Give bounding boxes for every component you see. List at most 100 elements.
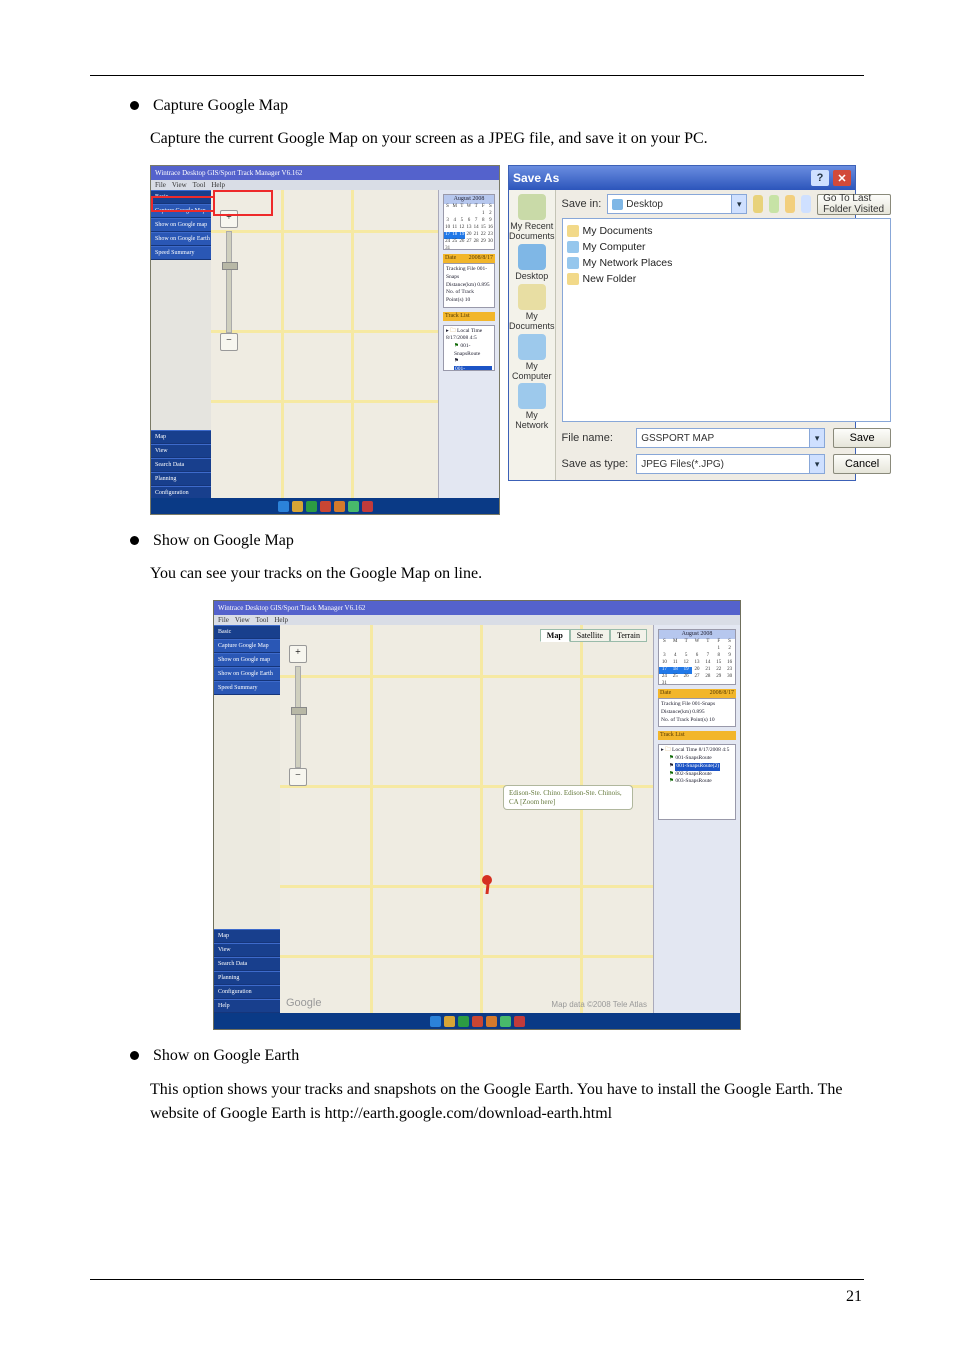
menu-item[interactable]: View <box>235 616 250 624</box>
map-area[interactable]: Google + − <box>211 190 438 514</box>
taskbar-icon[interactable] <box>362 501 373 512</box>
taskbar-icon[interactable] <box>444 1016 455 1027</box>
menu-item[interactable]: File <box>155 181 166 189</box>
listing-item[interactable]: My Documents <box>567 223 887 239</box>
tree-node[interactable]: ⚑ 003-SnapsRoute <box>661 778 733 786</box>
sidebar-item-view[interactable]: View <box>214 943 280 957</box>
menu-item[interactable]: Help <box>274 616 288 624</box>
sidebar-item-capture[interactable]: Capture Google Map <box>151 204 211 218</box>
track-tree[interactable]: ▸ 🗀 Local Time 8/17/2008 4:5⚑ 001-SnapsR… <box>443 325 495 371</box>
back-icon[interactable] <box>753 195 763 213</box>
cancel-button[interactable]: Cancel <box>833 454 891 474</box>
taskbar-icon[interactable] <box>514 1016 525 1027</box>
listing-item[interactable]: My Computer <box>567 239 887 255</box>
taskbar-icon[interactable] <box>348 501 359 512</box>
map-balloon[interactable]: Edison-Ste. Chino. Edison-Ste. Chinois, … <box>503 785 633 810</box>
sidebar-item-basic[interactable]: Basic <box>214 625 280 639</box>
menu-item[interactable]: View <box>172 181 187 189</box>
zoom-slider[interactable]: + − <box>217 210 241 360</box>
sidebar-item-planning[interactable]: Planning <box>151 472 211 486</box>
type-combo[interactable]: JPEG Files(*.JPG) ▾ <box>636 454 825 474</box>
place-icon <box>518 284 546 310</box>
menu-item[interactable]: File <box>218 616 229 624</box>
close-icon[interactable]: ✕ <box>833 170 851 186</box>
app-title: Wintrace Desktop GIS/Sport Track Manager… <box>155 169 302 177</box>
sidebar-item-showmap[interactable]: Show on Google map <box>151 218 211 232</box>
zoom-out-icon[interactable]: − <box>289 768 307 786</box>
up-icon[interactable] <box>769 195 779 213</box>
zoom-slider[interactable]: + − <box>286 645 310 795</box>
savein-label: Save in: <box>562 198 602 210</box>
sidebar-item-speed[interactable]: Speed Summary <box>151 246 211 260</box>
sidebar-item-speed[interactable]: Speed Summary <box>214 681 280 695</box>
tab-terrain[interactable]: Terrain <box>610 629 647 642</box>
track-tree[interactable]: ▸ 🗀 Local Time 8/17/2008 4:5⚑ 001-SnapsR… <box>658 744 736 820</box>
map-area[interactable]: Map Satellite Terrain + − Edison-Ste. Ch… <box>280 625 653 1013</box>
type-value: JPEG Files(*.JPG) <box>641 459 724 470</box>
taskbar-icon[interactable] <box>334 501 345 512</box>
new-folder-icon[interactable] <box>785 195 795 213</box>
tree-node[interactable]: ⚑ 001-SnapsRoute <box>446 343 492 358</box>
menu-item[interactable]: Tool <box>193 181 206 189</box>
chevron-down-icon[interactable]: ▾ <box>731 195 746 213</box>
menu-item[interactable]: Help <box>211 181 225 189</box>
tree-root[interactable]: ▸ 🗀 Local Time 8/17/2008 4:5 <box>661 747 733 755</box>
sidebar-item-showmap[interactable]: Show on Google map <box>214 653 280 667</box>
zoom-in-icon[interactable]: + <box>220 210 238 228</box>
sidebar-item-help[interactable]: Help <box>214 999 280 1013</box>
chevron-down-icon[interactable]: ▾ <box>809 429 824 447</box>
tree-node[interactable]: ⚑ 001-SnapsRoute(2) <box>661 763 733 771</box>
views-icon[interactable] <box>801 195 811 213</box>
map-pin-icon[interactable] <box>480 875 494 895</box>
sidebar-item-map[interactable]: Map <box>151 430 211 444</box>
sidebar-item-view[interactable]: View <box>151 444 211 458</box>
listing-item[interactable]: New Folder <box>567 271 887 287</box>
save-button[interactable]: Save <box>833 428 891 448</box>
taskbar-icon[interactable] <box>278 501 289 512</box>
listing-label: My Network Places <box>583 257 673 269</box>
sidebar-item-capture[interactable]: Capture Google Map <box>214 639 280 653</box>
tree-node[interactable]: ⚑ 001-SnapsRoute(2) <box>446 358 492 370</box>
listing-item[interactable]: My Network Places <box>567 255 887 271</box>
tab-satellite[interactable]: Satellite <box>570 629 610 642</box>
go-last-folder-button[interactable]: Go To Last Folder Visited <box>817 194 891 215</box>
filename-input[interactable]: GSSPORT MAP ▾ <box>636 428 825 448</box>
sidebar-item-planning[interactable]: Planning <box>214 971 280 985</box>
sidebar-item-showearth[interactable]: Show on Google Earth <box>151 232 211 246</box>
app-body: Basic Capture Google Map Show on Google … <box>214 625 740 1013</box>
sidebar-item-search[interactable]: Search Data <box>214 957 280 971</box>
places-item[interactable]: Desktop <box>515 244 548 282</box>
places-item[interactable]: My Recent Documents <box>509 194 555 242</box>
sidebar-item-basic[interactable]: Basic <box>151 190 211 204</box>
places-item[interactable]: My Documents <box>509 284 555 332</box>
sidebar-item-search[interactable]: Search Data <box>151 458 211 472</box>
taskbar-icon[interactable] <box>472 1016 483 1027</box>
sidebar-item-map[interactable]: Map <box>214 929 280 943</box>
calendar[interactable]: August 2008 SMTWTFS123456789101112131415… <box>658 629 736 685</box>
sidebar-item-config[interactable]: Configuration <box>214 985 280 999</box>
places-item[interactable]: My Network <box>509 383 555 431</box>
taskbar-icon[interactable] <box>458 1016 469 1027</box>
file-listing[interactable]: My DocumentsMy Computer My Network Places… <box>562 218 892 422</box>
dialog-bottom: File name: GSSPORT MAP ▾ Save Save as ty… <box>556 422 898 480</box>
taskbar-icon[interactable] <box>292 501 303 512</box>
folder-icon <box>567 273 579 285</box>
chevron-down-icon[interactable]: ▾ <box>809 455 824 473</box>
menu-item[interactable]: Tool <box>256 616 269 624</box>
tab-map[interactable]: Map <box>540 629 570 642</box>
calendar[interactable]: August 2008 SMTWTFS123456789101112131415… <box>443 194 495 250</box>
taskbar-icon[interactable] <box>486 1016 497 1027</box>
taskbar-icon[interactable] <box>306 501 317 512</box>
zoom-out-icon[interactable]: − <box>220 333 238 351</box>
savein-combo[interactable]: Desktop ▾ <box>607 194 747 214</box>
bullet-text: Capture Google Map <box>153 94 288 117</box>
zoom-in-icon[interactable]: + <box>289 645 307 663</box>
places-item[interactable]: My Computer <box>509 334 555 382</box>
taskbar-icon[interactable] <box>320 501 331 512</box>
sidebar-item-showearth[interactable]: Show on Google Earth <box>214 667 280 681</box>
taskbar-icon[interactable] <box>430 1016 441 1027</box>
tree-node[interactable]: ⚑ 001-SnapsRoute <box>661 755 733 763</box>
taskbar-icon[interactable] <box>500 1016 511 1027</box>
tree-root[interactable]: ▸ 🗀 Local Time 8/17/2008 4:5 <box>446 328 492 343</box>
help-icon[interactable]: ? <box>811 170 829 186</box>
